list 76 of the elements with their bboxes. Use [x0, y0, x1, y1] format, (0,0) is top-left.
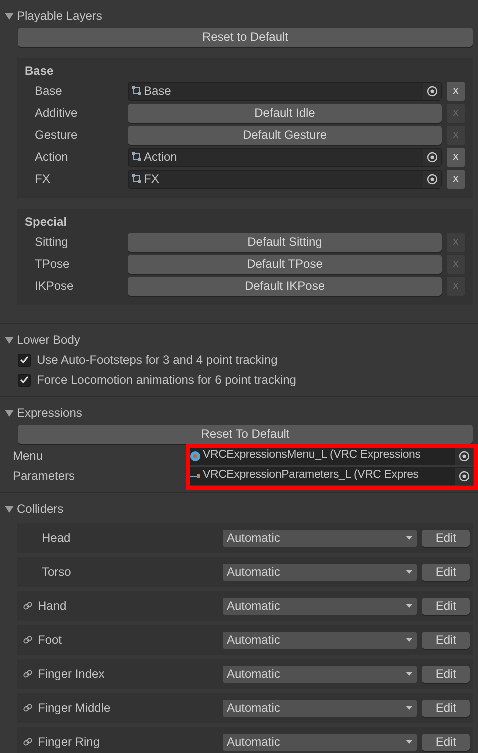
- field-label: IKPose: [34, 278, 75, 295]
- target-icon[interactable]: [458, 470, 470, 482]
- object-field[interactable]: Base: [128, 82, 442, 100]
- object-field[interactable]: VRCExpressionParameters_L (VRC Expres: [187, 467, 473, 485]
- clear-button[interactable]: x: [447, 170, 465, 188]
- object-field[interactable]: FX: [128, 170, 442, 188]
- field-label: FX: [34, 171, 52, 188]
- edit-button[interactable]: Edit: [422, 530, 470, 546]
- caret-icon: [406, 604, 414, 608]
- reset-button[interactable]: Reset To Default: [18, 425, 473, 444]
- checkbox-label: Use Auto-Footsteps for 3 and 4 point tracking: [37, 352, 278, 369]
- section-title[interactable]: Playable Layers: [17, 7, 102, 25]
- field-label: Gesture: [34, 127, 79, 144]
- section-title[interactable]: Lower Body: [17, 331, 80, 349]
- collider-label: Foot: [38, 632, 64, 649]
- caret-icon: [406, 672, 414, 676]
- default-button[interactable]: Default Sitting: [128, 232, 442, 252]
- collider-label: Head: [41, 530, 72, 547]
- edit-button[interactable]: Edit: [422, 598, 470, 614]
- default-button[interactable]: Default TPose: [128, 254, 442, 274]
- field-label: Sitting: [34, 234, 70, 251]
- field-label: Action: [34, 149, 70, 166]
- checkbox-label: Force Locomotion animations for 6 point tracking: [37, 372, 296, 389]
- caret-icon: [406, 740, 414, 744]
- foldout-arrow-icon[interactable]: [5, 12, 14, 20]
- section-title[interactable]: Colliders: [17, 500, 64, 518]
- default-button[interactable]: Default IKPose: [128, 276, 442, 296]
- target-icon[interactable]: [458, 450, 470, 462]
- dropdown[interactable]: Automatic: [223, 734, 418, 750]
- foldout-arrow-icon[interactable]: [5, 336, 14, 344]
- foldout-arrow-icon[interactable]: [5, 408, 14, 418]
- edit-button[interactable]: Edit: [422, 666, 470, 682]
- menu-asset-icon: [190, 450, 201, 462]
- collider-label: Torso: [41, 564, 72, 581]
- group-title: Special: [25, 214, 68, 231]
- dropdown[interactable]: Automatic: [223, 598, 418, 614]
- clear-button[interactable]: x: [447, 148, 465, 166]
- caret-icon: [406, 638, 414, 642]
- default-button[interactable]: Default Idle: [128, 104, 442, 122]
- dropdown[interactable]: Automatic: [223, 564, 418, 580]
- object-field[interactable]: Action: [128, 148, 442, 166]
- section-title[interactable]: Expressions: [17, 404, 82, 422]
- collider-label: Finger Index: [38, 666, 106, 683]
- dropdown[interactable]: Automatic: [223, 700, 418, 716]
- dropdown[interactable]: Automatic: [223, 530, 418, 546]
- caret-icon: [406, 536, 414, 540]
- dropdown[interactable]: Automatic: [223, 632, 418, 648]
- edit-button[interactable]: Edit: [422, 700, 470, 716]
- field-label: Additive: [34, 105, 79, 122]
- controller-icon: [132, 86, 142, 96]
- foldout-arrow-icon[interactable]: [5, 504, 14, 514]
- field-label: Parameters: [12, 468, 76, 485]
- target-icon[interactable]: [426, 152, 438, 162]
- edit-button[interactable]: Edit: [422, 564, 470, 580]
- target-icon[interactable]: [426, 174, 438, 184]
- field-label: Menu: [12, 448, 44, 465]
- collider-label: Hand: [38, 598, 68, 615]
- edit-button[interactable]: Edit: [422, 734, 470, 750]
- checkbox[interactable]: [18, 374, 31, 386]
- controller-icon: [132, 174, 142, 184]
- default-button[interactable]: Default Gesture: [128, 126, 442, 144]
- caret-icon: [406, 706, 414, 710]
- group-title: Base: [25, 63, 55, 80]
- edit-button[interactable]: Edit: [422, 632, 470, 648]
- reset-button[interactable]: Reset to Default: [18, 28, 473, 47]
- checkbox[interactable]: [18, 354, 31, 366]
- object-field[interactable]: VRCExpressionsMenu_L (VRC Expressions: [187, 447, 473, 465]
- collider-label: Finger Ring: [38, 734, 102, 751]
- clear-button[interactable]: x: [447, 82, 465, 100]
- field-label: Base: [34, 83, 64, 100]
- dropdown[interactable]: Automatic: [223, 666, 418, 682]
- target-icon[interactable]: [426, 86, 438, 96]
- field-label: TPose: [34, 256, 71, 273]
- controller-icon: [132, 152, 142, 162]
- collider-label: Finger Middle: [38, 700, 112, 717]
- caret-icon: [406, 570, 414, 574]
